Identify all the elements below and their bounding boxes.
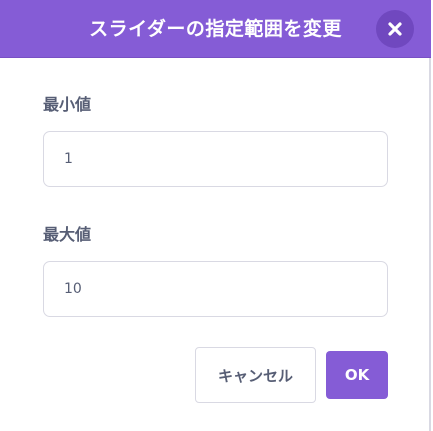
max-value-label: 最大値 [43,225,92,244]
min-value-input[interactable] [43,131,388,187]
close-button[interactable] [376,10,414,48]
dialog-title: スライダーの指定範囲を変更 [89,18,342,40]
min-value-label: 最小値 [43,95,92,114]
cancel-button[interactable]: キャンセル [195,347,316,403]
slider-range-dialog: スライダーの指定範囲を変更 最小値 最大値 キャンセル OK [0,0,431,431]
ok-button[interactable]: OK [326,351,388,399]
dialog-header: スライダーの指定範囲を変更 [0,0,431,58]
close-icon [388,22,402,36]
max-value-input[interactable] [43,261,388,317]
